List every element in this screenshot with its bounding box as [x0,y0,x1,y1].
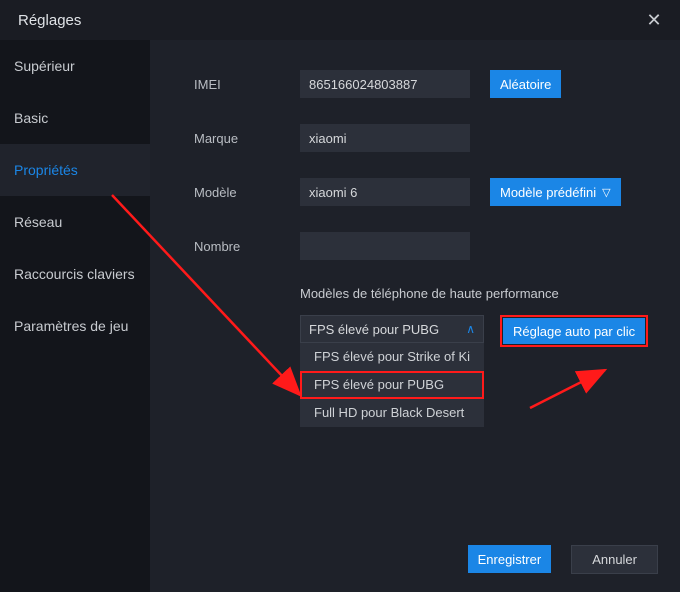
imei-input[interactable] [300,70,470,98]
main-panel: IMEI Aléatoire Marque Modèle Modèle préd… [150,40,680,592]
number-label: Nombre [194,239,300,254]
brand-label: Marque [194,131,300,146]
brand-input[interactable] [300,124,470,152]
perf-dropdown[interactable]: FPS élevé pour PUBG ∧ FPS élevé pour Str… [300,315,484,427]
sidebar-item-raccourcis[interactable]: Raccourcis claviers [0,248,150,300]
auto-setting-highlight: Réglage auto par clic [500,315,648,347]
model-label: Modèle [194,185,300,200]
perf-dropdown-selected: FPS élevé pour PUBG [309,322,439,337]
cancel-button[interactable]: Annuler [571,545,658,574]
footer: Enregistrer Annuler [468,545,658,574]
sidebar: Supérieur Basic Propriétés Réseau Raccou… [0,40,150,592]
perf-dropdown-list: FPS élevé pour Strike of Ki FPS élevé po… [300,343,484,427]
model-preset-button[interactable]: Modèle prédéfini ▽ [490,178,621,206]
window-title: Réglages [18,12,81,29]
titlebar: Réglages ✕ [0,0,680,40]
number-input[interactable] [300,232,470,260]
sidebar-item-superieur[interactable]: Supérieur [0,40,150,92]
chevron-up-icon: ∧ [466,322,475,336]
perf-option-strike[interactable]: FPS élevé pour Strike of Ki [300,343,484,371]
sidebar-item-reseau[interactable]: Réseau [0,196,150,248]
perf-option-blackdesert[interactable]: Full HD pour Black Desert [300,399,484,427]
imei-label: IMEI [194,77,300,92]
model-input[interactable] [300,178,470,206]
perf-section-label: Modèles de téléphone de haute performanc… [300,286,660,301]
sidebar-item-basic[interactable]: Basic [0,92,150,144]
imei-random-button[interactable]: Aléatoire [490,70,561,98]
chevron-down-icon: ▽ [602,186,610,199]
model-preset-label: Modèle prédéfini [500,185,596,200]
perf-option-pubg[interactable]: FPS élevé pour PUBG [300,371,484,399]
sidebar-item-parametres-jeu[interactable]: Paramètres de jeu [0,300,150,352]
auto-setting-button[interactable]: Réglage auto par clic [503,318,645,344]
save-button[interactable]: Enregistrer [468,545,552,573]
perf-dropdown-head[interactable]: FPS élevé pour PUBG ∧ [300,315,484,343]
sidebar-item-proprietes[interactable]: Propriétés [0,144,150,196]
close-icon[interactable]: ✕ [642,10,666,31]
